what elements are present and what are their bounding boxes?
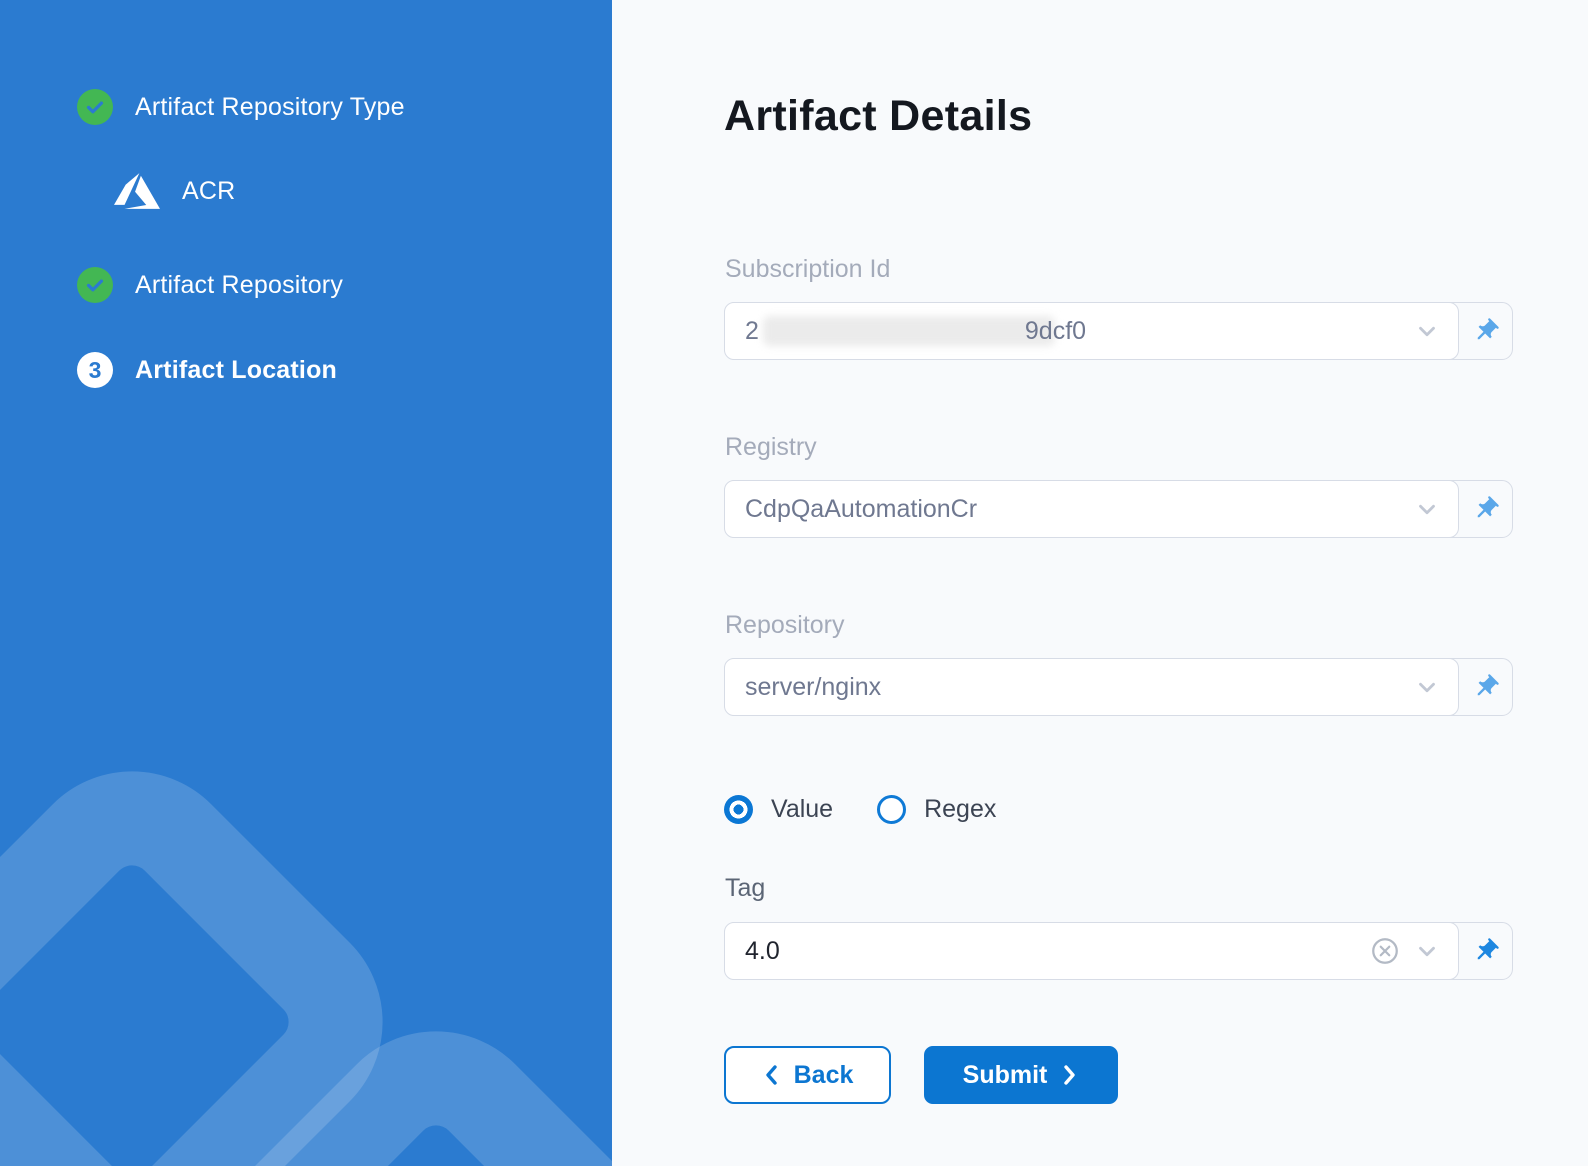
subscription-id-select[interactable]: 2 9dcf0: [724, 302, 1459, 360]
radio-selected-icon: [724, 795, 753, 824]
radio-value[interactable]: Value: [724, 795, 833, 824]
check-icon: [77, 89, 113, 125]
artifact-details-panel: Artifact Details Subscription Id 2 9dcf0…: [612, 0, 1588, 1166]
subscription-id-value-prefix: 2: [745, 317, 759, 346]
radio-unselected-icon: [877, 795, 906, 824]
subscription-id-label: Subscription Id: [725, 255, 890, 284]
tag-value: 4.0: [745, 937, 780, 966]
tag-input[interactable]: 4.0: [724, 922, 1459, 980]
radio-value-label: Value: [771, 795, 833, 824]
wizard-sidebar: Artifact Repository Type ACR Artifact Re…: [0, 0, 612, 1166]
check-icon: [77, 267, 113, 303]
step-artifact-repository[interactable]: Artifact Repository: [77, 267, 343, 303]
repository-select[interactable]: server/nginx: [724, 658, 1459, 716]
chevron-down-icon: [1414, 938, 1440, 964]
repository-value: server/nginx: [745, 673, 881, 702]
subscription-id-value-suffix: 9dcf0: [1025, 317, 1086, 346]
submit-button-label: Submit: [963, 1061, 1048, 1090]
azure-icon: [110, 168, 164, 214]
pin-repository-button[interactable]: [1459, 659, 1512, 715]
registry-value: CdpQaAutomationCr: [745, 495, 977, 524]
chevron-down-icon: [1414, 674, 1440, 700]
pin-icon: [1472, 937, 1500, 965]
back-button-label: Back: [794, 1061, 854, 1090]
step-label: Artifact Location: [135, 356, 337, 385]
registry-select[interactable]: CdpQaAutomationCr: [724, 480, 1459, 538]
pin-tag-button[interactable]: [1459, 923, 1512, 979]
pin-icon: [1472, 495, 1500, 523]
step-number-badge: 3: [77, 352, 113, 388]
pin-icon: [1472, 317, 1500, 345]
wizard-window: Artifact Repository Type ACR Artifact Re…: [0, 0, 1588, 1166]
radio-regex[interactable]: Regex: [877, 795, 996, 824]
chevron-down-icon: [1414, 318, 1440, 344]
back-button[interactable]: Back: [724, 1046, 891, 1104]
tag-match-mode-group: Value Regex: [724, 795, 996, 824]
pin-registry-button[interactable]: [1459, 481, 1512, 537]
pin-subscription-button[interactable]: [1459, 303, 1512, 359]
step-label: Artifact Repository Type: [135, 93, 405, 122]
radio-regex-label: Regex: [924, 795, 996, 824]
step-label: Artifact Repository: [135, 271, 343, 300]
chevron-down-icon: [1414, 496, 1440, 522]
selected-repository-type: ACR: [110, 168, 235, 214]
clear-circle-icon[interactable]: [1370, 936, 1400, 966]
submit-button[interactable]: Submit: [924, 1046, 1118, 1104]
step-artifact-location[interactable]: 3 Artifact Location: [77, 352, 337, 388]
tag-field: 4.0: [724, 922, 1513, 980]
step-artifact-repository-type[interactable]: Artifact Repository Type: [77, 89, 405, 125]
repository-field: server/nginx: [724, 658, 1513, 716]
chevron-left-icon: [762, 1064, 780, 1086]
tag-label: Tag: [725, 874, 765, 903]
redacted-value: [763, 316, 1055, 346]
subscription-id-field: 2 9dcf0: [724, 302, 1513, 360]
repository-type-label: ACR: [182, 177, 235, 206]
repository-label: Repository: [725, 611, 845, 640]
chevron-right-icon: [1061, 1064, 1079, 1086]
registry-label: Registry: [725, 433, 817, 462]
registry-field: CdpQaAutomationCr: [724, 480, 1513, 538]
page-title: Artifact Details: [724, 92, 1032, 141]
pin-icon: [1472, 673, 1500, 701]
